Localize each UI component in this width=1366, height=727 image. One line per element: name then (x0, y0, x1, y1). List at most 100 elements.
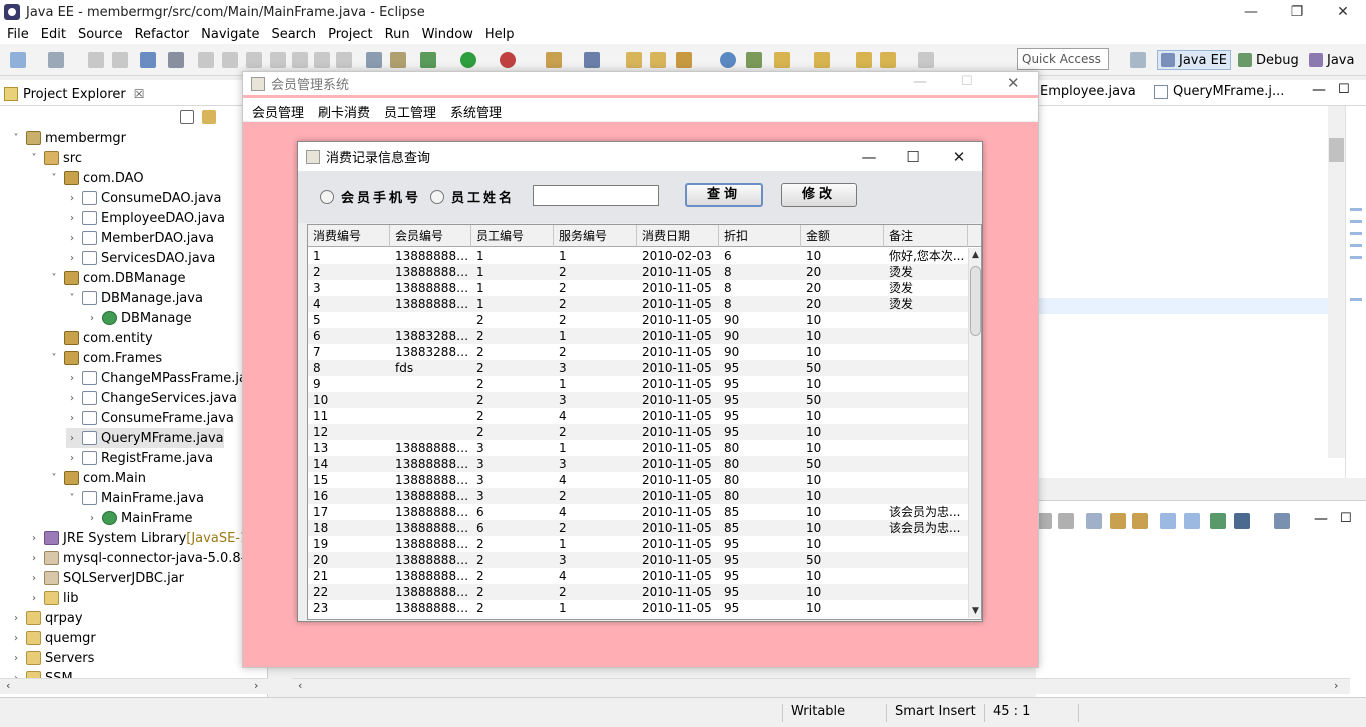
tree-item[interactable]: ˅ membermgr (10, 128, 126, 148)
column-header[interactable]: 消费日期 (637, 225, 719, 247)
menu-help[interactable]: Help (478, 27, 520, 42)
tree-item[interactable]: › mysql-connector-java-5.0.8-bin.jar (28, 548, 268, 568)
table-row[interactable]: 23 138888888... 2 1 2010-11-05 95 10 (308, 600, 968, 616)
table-row[interactable]: 21 138888888... 2 4 2010-11-05 95 10 (308, 568, 968, 584)
tree-item[interactable]: › SSM (10, 668, 73, 678)
chevron-right-icon[interactable]: › (66, 413, 78, 424)
word-wrap-icon[interactable] (1132, 513, 1148, 529)
radio-employee-name-indicator[interactable] (430, 189, 444, 204)
table-row[interactable]: 14 138888888... 3 3 2010-11-05 80 50 (308, 456, 968, 472)
table-row[interactable]: 2 138888888... 1 2 2010-11-05 8 20 烫发 (308, 264, 968, 280)
table-row[interactable]: 8 fds 2 3 2010-11-05 95 50 (308, 360, 968, 376)
table-row[interactable]: 6 138832888... 2 1 2010-11-05 90 10 (308, 328, 968, 344)
last-edit-icon[interactable] (856, 52, 872, 68)
terminate-icon[interactable] (246, 52, 262, 68)
chevron-down-icon[interactable]: ˅ (66, 493, 78, 504)
table-row[interactable]: 19 138888888... 2 1 2010-11-05 95 10 (308, 536, 968, 552)
menu-refactor[interactable]: Refactor (128, 27, 195, 42)
tree-item[interactable]: › lib (28, 588, 78, 608)
scroll-up-icon[interactable]: ▲ (969, 248, 982, 262)
chevron-down-icon[interactable]: ˅ (28, 153, 40, 164)
back-icon[interactable] (880, 52, 896, 68)
maximize-editor-icon[interactable]: ☐ (1338, 82, 1350, 97)
next-annotation-icon[interactable] (774, 52, 790, 68)
web-browser-icon[interactable] (720, 52, 736, 68)
scroll-left-icon[interactable]: ‹ (298, 679, 302, 692)
tree-item[interactable]: com.entity (48, 328, 153, 348)
chevron-down-icon[interactable]: ˅ (66, 293, 78, 304)
scroll-lock-icon[interactable] (1110, 513, 1126, 529)
display-selected-console-icon[interactable] (1234, 513, 1250, 529)
table-row[interactable]: 17 138888888... 6 4 2010-11-05 85 10 该会员为忠... (308, 504, 968, 520)
tree-item[interactable]: › SQLServerJDBC.jar (28, 568, 184, 588)
remove-all-terminated-icon[interactable] (1058, 513, 1074, 529)
editor-scroll-thumb[interactable] (1329, 138, 1344, 162)
maximize-icon[interactable]: ☐ (961, 74, 973, 89)
chevron-down-icon[interactable]: ˅ (48, 473, 60, 484)
column-header[interactable]: 消费编号 (308, 225, 390, 247)
quick-access-input[interactable]: Quick Access (1017, 48, 1109, 70)
chevron-right-icon[interactable]: › (28, 573, 40, 584)
perspective-java-ee[interactable]: Java EE (1157, 50, 1232, 70)
debug-icon[interactable] (420, 52, 436, 68)
minimize-editor-icon[interactable]: — (1312, 82, 1326, 98)
chevron-right-icon[interactable]: › (66, 213, 78, 224)
perspective-debug[interactable]: Debug (1235, 50, 1302, 70)
step-into-icon[interactable] (292, 52, 308, 68)
menu-source[interactable]: Source (71, 27, 128, 42)
console-horizontal-scrollbar[interactable]: ‹ › (292, 678, 1350, 694)
scroll-down-icon[interactable]: ▼ (969, 604, 982, 618)
query-button[interactable]: 查询 (685, 183, 763, 207)
table-row[interactable]: 15 138888888... 3 4 2010-11-05 80 10 (308, 472, 968, 488)
minimize-icon[interactable]: — (1228, 0, 1274, 24)
menu-member-management[interactable]: 会员管理 (243, 102, 309, 121)
chevron-right-icon[interactable]: › (66, 433, 78, 444)
menu-card-consumption[interactable]: 刷卡消费 (309, 102, 375, 121)
project-explorer-tab[interactable]: Project Explorer ☒ (4, 83, 145, 105)
scroll-right-icon[interactable]: › (254, 679, 258, 692)
tree-item[interactable]: › QueryMFrame.java (66, 428, 224, 448)
new-project-icon[interactable] (48, 52, 64, 68)
tree-item[interactable]: › EmployeeDAO.java (66, 208, 225, 228)
tree-item[interactable]: ˅ com.DBManage (48, 268, 186, 288)
table-row[interactable]: 16 138888888... 3 2 2010-11-05 80 10 (308, 488, 968, 504)
resume-icon[interactable] (198, 52, 214, 68)
tree-item[interactable]: › Servers (10, 648, 94, 668)
tree-item[interactable]: › qrpay (10, 608, 83, 628)
radio-member-phone-indicator[interactable] (320, 189, 334, 204)
column-header[interactable]: 会员编号 (390, 225, 471, 247)
scroll-left-icon[interactable]: ‹ (6, 679, 10, 692)
run-external-tools-icon[interactable] (500, 52, 516, 68)
drop-to-frame-icon[interactable] (366, 52, 382, 68)
chevron-right-icon[interactable]: › (66, 233, 78, 244)
table-row[interactable]: 7 138832888... 2 2 2010-11-05 90 10 (308, 344, 968, 360)
toggle-mark-icon[interactable] (746, 52, 762, 68)
close-icon[interactable]: ✕ (1320, 0, 1366, 24)
tree-item[interactable]: › DBManage (86, 308, 192, 328)
restore-icon[interactable]: ❐ (1274, 0, 1320, 24)
code-editor[interactable] (1036, 106, 1366, 478)
table-row[interactable]: 13 138888888... 3 1 2010-11-05 80 10 (308, 440, 968, 456)
step-return-icon[interactable] (336, 52, 352, 68)
chevron-down-icon[interactable]: ˅ (48, 173, 60, 184)
table-row[interactable]: 22 138888888... 2 2 2010-11-05 95 10 (308, 584, 968, 600)
chevron-right-icon[interactable]: › (28, 553, 40, 564)
use-step-filters-icon[interactable] (390, 52, 406, 68)
menu-system-management[interactable]: 系统管理 (441, 102, 507, 121)
table-row[interactable]: 3 138888888... 1 2 2010-11-05 8 20 烫发 (308, 280, 968, 296)
new-icon[interactable] (10, 52, 26, 68)
project-explorer-horizontal-scrollbar[interactable]: ‹ › (0, 678, 268, 694)
chevron-right-icon[interactable]: › (10, 633, 22, 644)
tree-item[interactable]: › ServicesDAO.java (66, 248, 215, 268)
suspend-icon[interactable] (222, 52, 238, 68)
chevron-right-icon[interactable]: › (28, 593, 40, 604)
table-row[interactable]: 12 2 2 2010-11-05 95 10 (308, 424, 968, 440)
open-console-icon[interactable] (1274, 513, 1290, 529)
chevron-right-icon[interactable]: › (10, 613, 22, 624)
table-row[interactable]: 18 138888888... 6 2 2010-11-05 85 10 该会员为忠... (308, 520, 968, 536)
chevron-right-icon[interactable]: › (66, 253, 78, 264)
column-header[interactable]: 备注 (884, 225, 968, 247)
menu-navigate[interactable]: Navigate (194, 27, 264, 42)
scroll-right-icon[interactable]: › (1334, 679, 1338, 692)
show-console-stderr-icon[interactable] (1184, 513, 1200, 529)
